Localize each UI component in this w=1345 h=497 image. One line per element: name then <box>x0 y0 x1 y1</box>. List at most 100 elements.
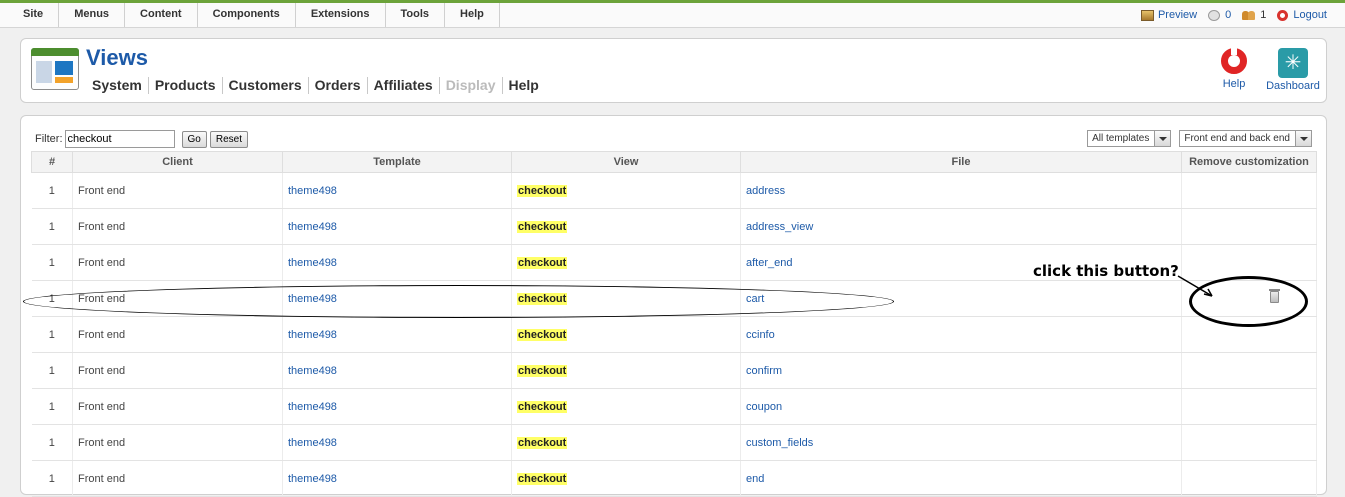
reset-button[interactable]: Reset <box>209 130 248 148</box>
file-link[interactable]: address <box>746 185 785 197</box>
help-button[interactable]: Help <box>1214 48 1254 90</box>
lifebuoy-icon <box>1221 48 1247 74</box>
filter-bar: Filter: Go Reset <box>35 130 248 148</box>
row-file: ccinfo <box>740 316 1182 353</box>
menu-item-site[interactable]: Site <box>9 3 60 27</box>
preview-label: Preview <box>1157 9 1198 21</box>
go-button[interactable]: Go <box>181 130 207 148</box>
row-file: end <box>740 460 1182 497</box>
chevron-down-icon <box>1154 131 1171 146</box>
row-client: Front end <box>72 352 283 389</box>
row-file: address <box>740 172 1182 209</box>
row-remove <box>1181 388 1317 425</box>
template-link[interactable]: theme498 <box>288 329 337 341</box>
page-title: Views <box>86 45 148 70</box>
view-name: checkout <box>517 436 568 449</box>
template-link[interactable]: theme498 <box>288 401 337 413</box>
row-file: coupon <box>740 388 1182 425</box>
row-client: Front end <box>72 424 283 461</box>
row-file: custom_fields <box>740 424 1182 461</box>
row-file: confirm <box>740 352 1182 389</box>
column-header: Template <box>282 151 512 173</box>
users-icon <box>1242 10 1256 21</box>
messages-count: 0 <box>1225 9 1232 21</box>
client-select-value: Front end and back end <box>1184 133 1290 144</box>
highlight-row-ellipse <box>23 285 894 318</box>
row-template: theme498 <box>282 424 512 461</box>
users-count: 1 <box>1260 9 1267 21</box>
row-number: 1 <box>31 424 73 461</box>
template-link[interactable]: theme498 <box>288 437 337 449</box>
table-row: 1 Front end theme498 checkout end <box>31 460 1317 497</box>
template-link[interactable]: theme498 <box>288 365 337 377</box>
file-link[interactable]: custom_fields <box>746 437 813 449</box>
dashboard-icon: ✳ <box>1278 48 1308 78</box>
view-name: checkout <box>517 328 568 341</box>
messages-icon <box>1208 9 1221 21</box>
view-name: checkout <box>517 364 568 377</box>
menu-item-tools[interactable]: Tools <box>386 3 446 27</box>
row-view: checkout <box>511 388 741 425</box>
subnav-item-system[interactable]: System <box>92 77 148 94</box>
main-menu: Site Menus Content Components Extensions Tool… <box>9 3 500 27</box>
dashboard-button[interactable]: ✳ Dashboard <box>1262 48 1324 92</box>
filter-selects: All templates Front end and back end <box>1079 130 1312 147</box>
row-number: 1 <box>31 316 73 353</box>
subnav-item-orders[interactable]: Orders <box>307 77 367 94</box>
preview-icon <box>1140 9 1154 21</box>
top-menu-bar: Site Menus Content Components Extensions Tool… <box>0 0 1345 28</box>
template-link[interactable]: theme498 <box>288 221 337 233</box>
filter-input[interactable] <box>64 130 175 148</box>
template-link[interactable]: theme498 <box>288 473 337 485</box>
templates-select[interactable]: All templates <box>1087 130 1172 147</box>
view-name: checkout <box>517 220 568 233</box>
row-view: checkout <box>511 424 741 461</box>
subnav-item-customers[interactable]: Customers <box>221 77 308 94</box>
template-link[interactable]: theme498 <box>288 185 337 197</box>
file-link[interactable]: coupon <box>746 401 782 413</box>
help-button-label: Help <box>1222 78 1246 90</box>
row-client: Front end <box>72 316 283 353</box>
row-client: Front end <box>72 172 283 209</box>
subnav-item-products[interactable]: Products <box>147 77 222 94</box>
subnav-item-affiliates[interactable]: Affiliates <box>366 77 439 94</box>
menu-item-components[interactable]: Components <box>198 3 296 27</box>
row-client: Front end <box>72 388 283 425</box>
row-number: 1 <box>31 244 73 281</box>
row-view: checkout <box>511 460 741 497</box>
template-link[interactable]: theme498 <box>288 257 337 269</box>
menu-item-extensions[interactable]: Extensions <box>296 3 386 27</box>
row-remove <box>1181 460 1317 497</box>
file-link[interactable]: ccinfo <box>746 329 775 341</box>
table-header-row: # Client Template View File Remove customizat… <box>31 151 1317 173</box>
table-row: 1 Front end theme498 checkout coupon <box>31 388 1317 425</box>
logout-label: Logout <box>1293 9 1327 21</box>
column-header: Client <box>72 151 283 173</box>
row-template: theme498 <box>282 388 512 425</box>
table-row: 1 Front end theme498 checkout custom_fields <box>31 424 1317 461</box>
dashboard-button-label: Dashboard <box>1266 80 1320 92</box>
file-link[interactable]: after_end <box>746 257 792 269</box>
table-row: 1 Front end theme498 checkout address_view <box>31 208 1317 245</box>
annotation-arrow-icon <box>1177 275 1213 297</box>
file-link[interactable]: address_view <box>746 221 813 233</box>
header-panel: Views System Products Customers Orders Affil… <box>20 38 1327 103</box>
file-link[interactable]: confirm <box>746 365 782 377</box>
view-name: checkout <box>517 472 568 485</box>
preview-link[interactable]: Preview <box>1140 9 1198 21</box>
row-file: address_view <box>740 208 1182 245</box>
menu-item-content[interactable]: Content <box>125 3 198 27</box>
row-number: 1 <box>31 460 73 497</box>
client-select[interactable]: Front end and back end <box>1179 130 1312 147</box>
row-number: 1 <box>31 172 73 209</box>
row-remove <box>1181 172 1317 209</box>
messages-link[interactable]: 0 <box>1208 9 1231 21</box>
menu-item-menus[interactable]: Menus <box>59 3 126 27</box>
logout-icon <box>1277 9 1289 21</box>
templates-select-value: All templates <box>1092 133 1150 144</box>
file-link[interactable]: end <box>746 473 764 485</box>
column-header: Remove customization <box>1181 151 1317 173</box>
subnav-item-help[interactable]: Help <box>501 77 545 94</box>
logout-link[interactable]: Logout <box>1277 9 1327 21</box>
menu-item-help[interactable]: Help <box>445 3 500 27</box>
